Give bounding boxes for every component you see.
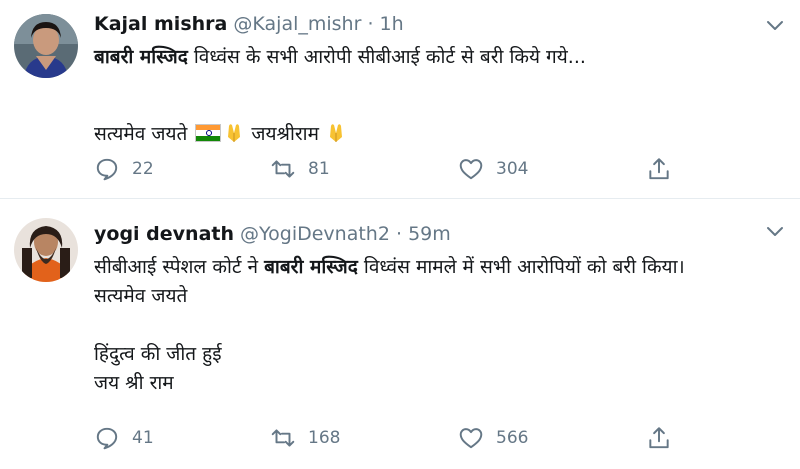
reply-icon <box>96 158 118 181</box>
share-icon <box>649 158 669 180</box>
chevron-down-icon[interactable] <box>764 14 786 36</box>
text-span: जयश्रीराम <box>245 123 325 145</box>
tweet-header: Kajal mishra @Kajal_mishr · 1h <box>94 12 404 36</box>
timestamp[interactable]: 59m <box>408 223 451 245</box>
text-line: हिंदुत्व की जीत हुई <box>94 343 222 365</box>
retweet-button[interactable]: 81 <box>270 154 330 184</box>
heart-icon <box>459 428 483 449</box>
tweet-text: सीबीआई स्पेशल कोर्ट ने बाबरी मस्जिद विध्… <box>94 253 786 398</box>
display-name[interactable]: yogi devnath <box>94 223 234 245</box>
text-line: सीबीआई स्पेशल कोर्ट ने बाबरी मस्जिद विध्… <box>94 253 786 282</box>
reply-icon <box>96 427 118 450</box>
reply-button[interactable]: 22 <box>94 154 154 184</box>
like-button[interactable]: 566 <box>458 423 528 453</box>
folded-hands-emoji <box>326 121 346 152</box>
share-button[interactable] <box>646 423 672 453</box>
tweet-header: yogi devnath @YogiDevnath2 · 59m <box>94 222 451 246</box>
text-line: जय श्री राम <box>94 372 174 394</box>
reply-button[interactable]: 41 <box>94 423 154 453</box>
retweet-icon <box>271 160 295 178</box>
tweet-actions: 41 168 566 <box>94 423 714 453</box>
share-icon <box>649 427 669 449</box>
hashtag-text[interactable]: बाबरी मस्जिद <box>264 256 358 278</box>
text-span: विध्वंस मामले में सभी आरोपियों को बरी कि… <box>357 256 685 278</box>
user-handle[interactable]: @Kajal_mishr <box>233 13 361 35</box>
retweet-count: 168 <box>308 428 341 448</box>
text-line: बाबरी मस्जिद विध्वंस के सभी आरोपी सीबीआई… <box>94 43 786 72</box>
tweet-actions: 22 81 304 <box>94 154 714 184</box>
user-handle[interactable]: @YogiDevnath2 <box>240 223 390 245</box>
retweet-count: 81 <box>308 159 330 179</box>
separator-dot: · <box>395 223 403 245</box>
heart-icon <box>459 159 483 180</box>
folded-hands-emoji <box>224 121 244 152</box>
like-count: 566 <box>496 428 529 448</box>
share-button[interactable] <box>646 154 672 184</box>
avatar[interactable] <box>14 218 78 282</box>
hashtag-text[interactable]: बाबरी मस्जिद <box>94 46 188 68</box>
like-button[interactable]: 304 <box>458 154 528 184</box>
reply-count: 41 <box>132 428 154 448</box>
retweet-button[interactable]: 168 <box>270 423 340 453</box>
timestamp[interactable]: 1h <box>380 13 404 35</box>
like-count: 304 <box>496 159 529 179</box>
reply-count: 22 <box>132 159 154 179</box>
tweet-text: बाबरी मस्जिद विध्वंस के सभी आरोपी सीबीआई… <box>94 43 786 152</box>
chevron-down-icon[interactable] <box>764 220 786 242</box>
retweet-icon <box>271 429 295 447</box>
avatar[interactable] <box>14 14 78 78</box>
separator-dot: · <box>367 13 374 35</box>
tweet-card[interactable]: Kajal mishra @Kajal_mishr · 1h बाबरी मस्… <box>0 0 800 199</box>
tweet-card[interactable]: yogi devnath @YogiDevnath2 · 59m सीबीआई … <box>0 200 800 469</box>
text-line: सत्यमेव जयते <box>94 285 188 307</box>
text-line: सत्यमेव जयते जयश्रीराम <box>94 120 786 152</box>
indian-flag-emoji <box>195 124 222 142</box>
text-span: सीबीआई स्पेशल कोर्ट ने <box>94 256 265 278</box>
text-span: सत्यमेव जयते <box>94 123 188 145</box>
display-name[interactable]: Kajal mishra <box>94 13 227 35</box>
text-span: विध्वंस के सभी आरोपी सीबीआई कोर्ट से बरी… <box>187 46 586 68</box>
